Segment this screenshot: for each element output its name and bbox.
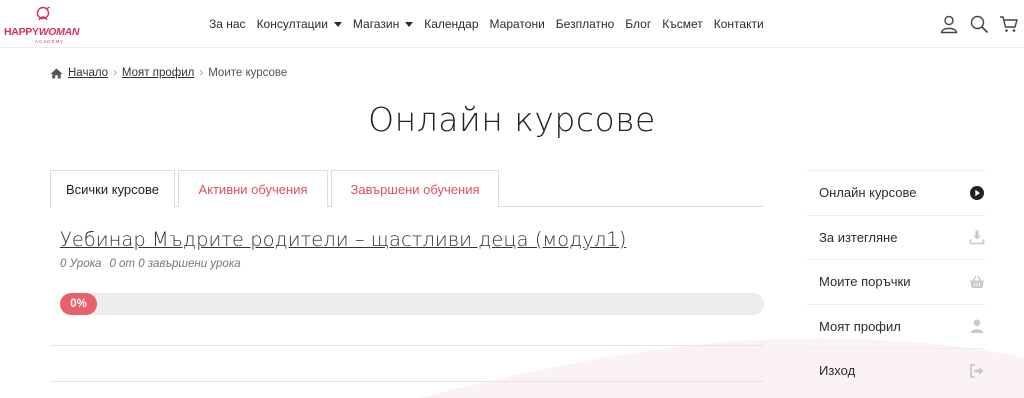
- progress-label: 0%: [60, 293, 97, 315]
- sidebar-item-downloads[interactable]: За изтегляне: [807, 214, 985, 260]
- breadcrumb-separator: ›: [113, 67, 117, 79]
- lesson-count: 0 Урока: [60, 258, 102, 270]
- course-progress-bar: 0%: [60, 293, 764, 315]
- site-header: HAPPYWOMAN ACADEMY За нас Консултации Ма…: [0, 0, 1024, 48]
- search-icon[interactable]: [969, 14, 989, 34]
- tab-all-courses[interactable]: Всички курсове: [50, 170, 175, 208]
- breadcrumb-separator: ›: [199, 67, 204, 79]
- nav-label: Календар: [424, 17, 479, 31]
- page-title: Онлайн курсове: [368, 100, 656, 139]
- logo-subtitle: ACADEMY: [35, 39, 65, 44]
- nav-item-free[interactable]: Безплатно: [556, 17, 615, 31]
- nav-label: Консултации: [256, 17, 328, 31]
- nav-label: Безплатно: [555, 17, 615, 31]
- nav-label: Блог: [625, 17, 652, 31]
- sidebar-item-my-profile[interactable]: Моят профил: [807, 303, 985, 349]
- cart-icon[interactable]: [999, 14, 1019, 34]
- caret-down-icon: [405, 21, 414, 27]
- nav-item-calendar[interactable]: Календар: [424, 17, 478, 31]
- nav-label: Магазин: [352, 17, 400, 31]
- play-circle-icon: [970, 185, 984, 200]
- caret-down-icon: [333, 21, 342, 27]
- sidebar-item-online-courses[interactable]: Онлайн курсове: [807, 170, 985, 215]
- sign-out-icon: [970, 363, 984, 378]
- sidebar-item-label: Моят профил: [819, 318, 901, 334]
- sidebar-item-logout[interactable]: Изход: [807, 348, 985, 393]
- course-tabs: Всички курсове Активни обучения Завършен…: [50, 170, 764, 208]
- nav-label: Контакти: [713, 17, 764, 31]
- nav-label: Късмет: [662, 17, 703, 31]
- course-title-link[interactable]: Уебинар Мъдрите родители – щастливи деца…: [60, 228, 626, 251]
- nav-item-consultations[interactable]: Консултации: [257, 17, 342, 31]
- completed-lessons: 0 от 0 завършени урока: [109, 258, 241, 270]
- account-sidebar: Онлайн курсове За изтегляне Моите поръчк…: [807, 170, 985, 393]
- nav-item-contacts[interactable]: Контакти: [714, 17, 764, 31]
- tab-label: Всички курсове: [65, 182, 160, 197]
- site-logo[interactable]: HAPPYWOMAN ACADEMY: [4, 6, 92, 44]
- sidebar-item-label: Изход: [819, 363, 856, 379]
- breadcrumb-home-link[interactable]: Начало: [68, 67, 108, 79]
- nav-label: За нас: [209, 17, 246, 31]
- download-icon: [969, 230, 985, 245]
- logo-figure-icon: [36, 6, 51, 21]
- sidebar-item-my-orders[interactable]: Моите поръчки: [807, 259, 985, 304]
- course-meta: 0 Урока 0 от 0 завършени урока: [60, 258, 241, 270]
- basket-icon: [970, 275, 984, 288]
- nav-item-blog[interactable]: Блог: [625, 17, 651, 31]
- tab-completed-trainings[interactable]: Завършени обучения: [331, 170, 499, 207]
- user-icon: [970, 319, 984, 334]
- logo-wordmark: HAPPYWOMAN: [4, 26, 80, 38]
- nav-label: Маратони: [489, 17, 545, 31]
- home-icon: [50, 68, 63, 78]
- nav-item-shop[interactable]: Магазин: [352, 17, 414, 31]
- nav-item-luck[interactable]: Късмет: [662, 17, 703, 31]
- nav-item-marathons[interactable]: Маратони: [490, 17, 545, 31]
- divider: [50, 345, 764, 346]
- tab-active-trainings[interactable]: Активни обучения: [178, 170, 328, 207]
- user-icon[interactable]: [939, 14, 959, 34]
- nav-item-about[interactable]: За нас: [209, 17, 246, 31]
- main-nav: За нас Консултации Магазин Календар Мара…: [209, 0, 775, 48]
- breadcrumb-current: Моите курсове: [208, 67, 288, 79]
- sidebar-item-label: За изтегляне: [819, 229, 898, 245]
- sidebar-item-label: Моите поръчки: [819, 274, 911, 290]
- tab-label: Завършени обучения: [350, 181, 480, 197]
- breadcrumb: Начало › Моят профил › Моите курсове: [50, 67, 287, 79]
- sidebar-item-label: Онлайн курсове: [819, 185, 917, 201]
- tab-label: Активни обучения: [198, 181, 308, 197]
- breadcrumb-profile-link[interactable]: Моят профил: [122, 67, 194, 79]
- divider: [50, 381, 764, 382]
